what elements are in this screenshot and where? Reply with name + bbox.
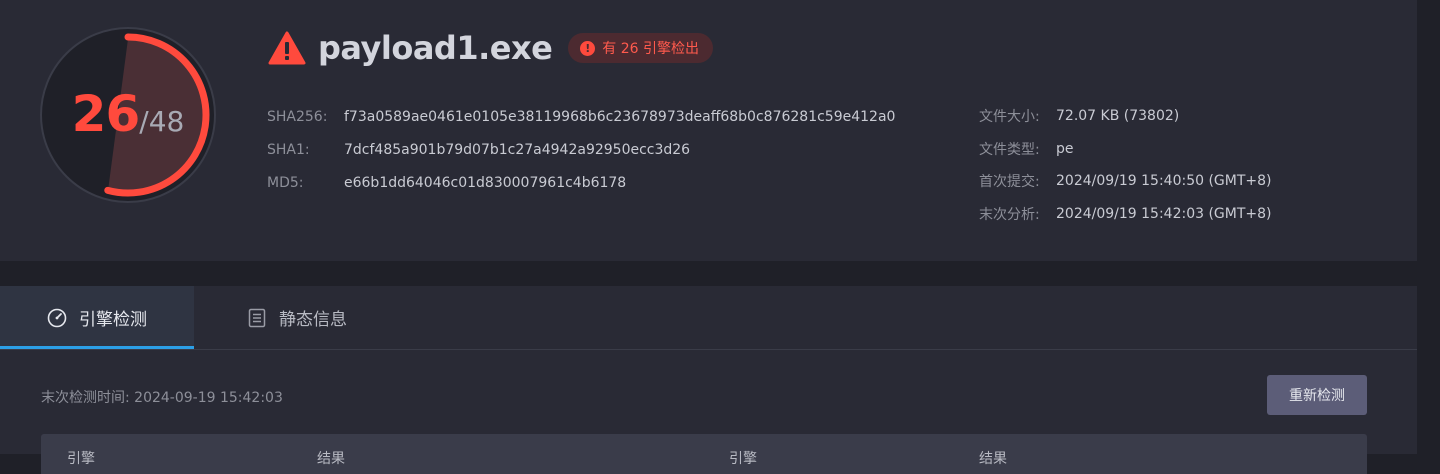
meta-value: pe — [1056, 140, 1074, 157]
list-icon — [248, 308, 266, 327]
table-header-result: 结果 — [317, 451, 345, 467]
meta-value: 72.07 KB (73802) — [1056, 108, 1180, 125]
hash-list: SHA256: f73a0589ae0461e0105e38119968b6c2… — [267, 100, 895, 199]
table-header-engine: 引擎 — [729, 451, 757, 467]
hash-value: 7dcf485a901b79d07b1c27a4942a92950ecc3d26 — [344, 141, 691, 158]
last-detection-time: 末次检测时间: 2024-09-19 15:42:03 — [41, 390, 283, 406]
hash-key: MD5: — [267, 174, 304, 191]
engine-table-header: 引擎 结果 引擎 结果 — [41, 434, 1367, 474]
detection-score-gauge: 26/48 — [40, 27, 216, 203]
page-scroll-gutter — [1417, 0, 1440, 454]
file-title-row: payload1.exe ! 有 26 引擎检出 — [268, 28, 714, 68]
tab-label: 静态信息 — [279, 310, 347, 330]
meta-key: 末次分析: — [979, 206, 1040, 223]
tab-static-info[interactable]: 静态信息 — [194, 286, 400, 349]
hash-row-sha256: SHA256: f73a0589ae0461e0105e38119968b6c2… — [267, 100, 895, 133]
gauge-icon — [47, 308, 67, 327]
hash-row-sha1: SHA1: 7dcf485a901b79d07b1c27a4942a92950e… — [267, 133, 895, 166]
meta-key: 文件类型: — [979, 141, 1040, 158]
detection-panel: 引擎检测 静态信息 末次检测时间: 2024-09-19 15:42:03 重新… — [0, 286, 1417, 474]
meta-value: 2024/09/19 15:42:03 (GMT+8) — [1056, 205, 1272, 222]
meta-row-size: 文件大小: 72.07 KB (73802) — [979, 100, 1272, 133]
alert-circle-icon: ! — [580, 40, 596, 56]
score-text: 26/48 — [40, 85, 216, 143]
detection-badge-label: 有 26 引擎检出 — [602, 41, 700, 57]
table-header-engine: 引擎 — [67, 451, 95, 467]
meta-key: 首次提交: — [979, 174, 1040, 191]
meta-key: 文件大小: — [979, 109, 1040, 126]
file-name: payload1.exe — [318, 29, 553, 67]
meta-row-type: 文件类型: pe — [979, 133, 1272, 166]
hash-value: f73a0589ae0461e0105e38119968b6c23678973d… — [344, 108, 896, 125]
table-header-result: 结果 — [979, 451, 1007, 467]
meta-value: 2024/09/19 15:40:50 (GMT+8) — [1056, 173, 1272, 190]
tab-label: 引擎检测 — [79, 310, 147, 330]
tab-bar: 引擎检测 静态信息 — [0, 286, 1417, 350]
detection-badge: ! 有 26 引擎检出 — [568, 33, 714, 63]
tab-engine-detection[interactable]: 引擎检测 — [0, 286, 194, 349]
hash-row-md5: MD5: e66b1dd64046c01d830007961c4b6178 — [267, 166, 895, 199]
file-summary-panel: 26/48 payload1.exe ! 有 26 引擎检出 SHA256: f… — [0, 0, 1417, 261]
file-meta-list: 文件大小: 72.07 KB (73802) 文件类型: pe 首次提交: 20… — [979, 100, 1272, 230]
engine-total: /48 — [139, 105, 185, 138]
meta-row-last-analysis: 末次分析: 2024/09/19 15:42:03 (GMT+8) — [979, 198, 1272, 231]
detected-count: 26 — [71, 85, 141, 143]
hash-key: SHA1: — [267, 141, 310, 158]
meta-row-first-submit: 首次提交: 2024/09/19 15:40:50 (GMT+8) — [979, 165, 1272, 198]
hash-value: e66b1dd64046c01d830007961c4b6178 — [344, 174, 627, 191]
warning-icon — [268, 31, 306, 65]
redetect-button[interactable]: 重新检测 — [1267, 375, 1367, 415]
hash-key: SHA256: — [267, 108, 328, 125]
